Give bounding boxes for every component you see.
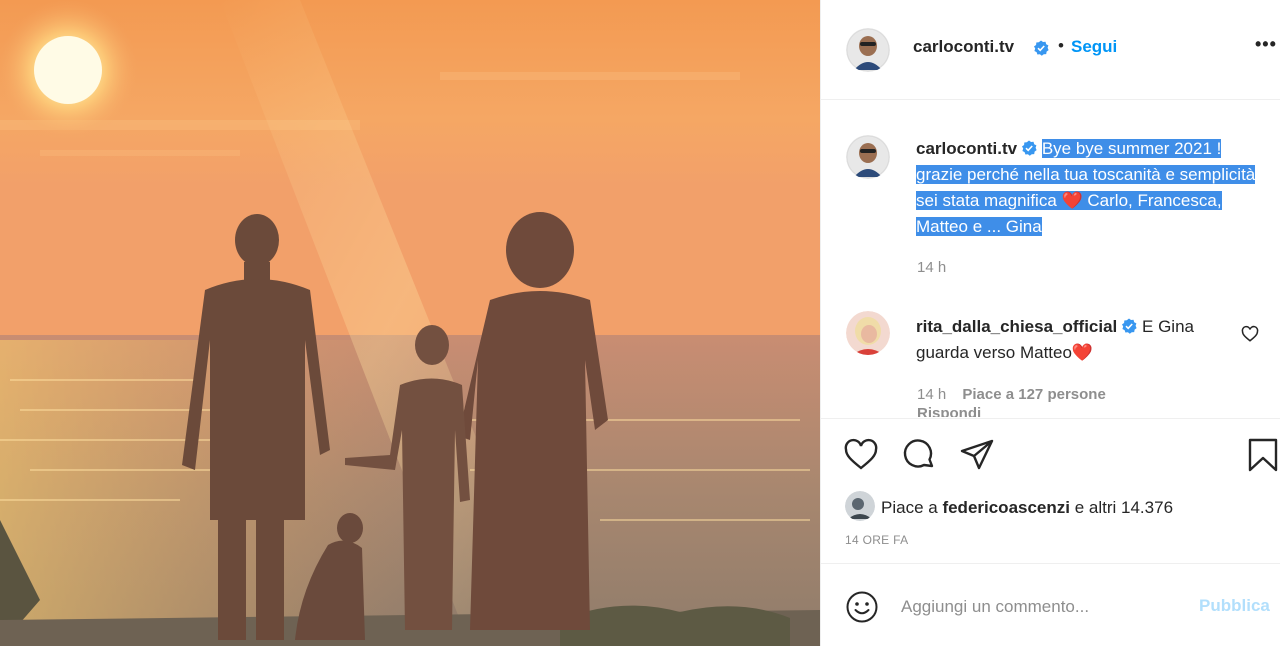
post-photo[interactable] <box>0 0 820 646</box>
commenter-avatar[interactable] <box>846 311 890 355</box>
caption-time[interactable]: 14 h <box>917 259 946 276</box>
caption-avatar[interactable] <box>846 135 890 179</box>
comment-time[interactable]: 14 h <box>917 386 946 403</box>
post-header: carloconti.tv • Segui ••• <box>821 0 1280 100</box>
comments-section[interactable]: carloconti.tv Bye bye summer 2021 ! graz… <box>821 101 1280 417</box>
separator-dot: • <box>1058 36 1064 55</box>
comment-likes[interactable]: Piace a 127 persone <box>962 386 1105 403</box>
post-timestamp[interactable]: 14 ORE FA <box>845 533 908 547</box>
verified-icon <box>1122 318 1137 334</box>
share-icon[interactable] <box>959 437 995 473</box>
add-comment-bar: Pubblica <box>821 563 1280 646</box>
likes-suffix[interactable]: e altri 14.376 <box>1075 498 1173 517</box>
heart-icon[interactable] <box>1241 325 1259 343</box>
commenter-username[interactable]: rita_dalla_chiesa_official <box>916 317 1117 336</box>
verified-icon <box>1022 140 1037 156</box>
comment-text: rita_dalla_chiesa_official E Gina guarda… <box>916 314 1236 366</box>
post-actions: Piace a federicoascenzi e altri 14.376 1… <box>821 418 1280 563</box>
author-username[interactable]: carloconti.tv <box>913 37 1014 57</box>
heart-icon[interactable] <box>843 437 879 473</box>
publish-button[interactable]: Pubblica <box>1199 596 1270 616</box>
comment-icon[interactable] <box>901 437 937 473</box>
comment-input[interactable] <box>901 592 1181 622</box>
more-icon[interactable]: ••• <box>1255 34 1277 55</box>
verified-icon <box>1034 40 1049 56</box>
caption-text: carloconti.tv Bye bye summer 2021 ! graz… <box>916 136 1261 240</box>
caption-username[interactable]: carloconti.tv <box>916 139 1017 158</box>
comment-meta: 14 h Piace a 127 persone <box>917 386 1106 403</box>
follow-button[interactable]: Segui <box>1071 37 1117 57</box>
post-panel: carloconti.tv • Segui ••• carloconti.tv <box>820 0 1280 646</box>
author-avatar[interactable] <box>846 28 890 72</box>
liker-username[interactable]: federicoascenzi <box>942 498 1070 517</box>
emoji-icon[interactable] <box>845 590 879 624</box>
likes-summary[interactable]: Piace a federicoascenzi e altri 14.376 <box>845 491 1173 521</box>
bookmark-icon[interactable] <box>1245 437 1280 473</box>
reply-button[interactable]: Rispondi <box>917 405 981 417</box>
likes-prefix: Piace a <box>881 498 938 517</box>
liker-avatar <box>845 491 875 521</box>
